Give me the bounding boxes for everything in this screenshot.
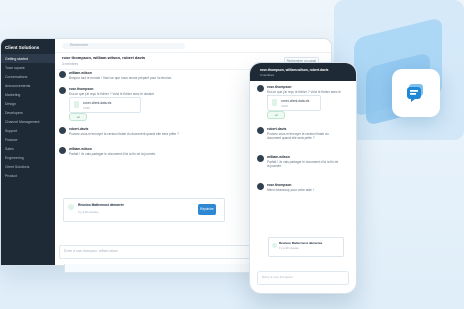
- message-author: robert.davis: [69, 127, 89, 131]
- message-author: robert.davis: [267, 127, 287, 131]
- file-name: cover-client-data.xls: [83, 101, 112, 105]
- sidebar: Client Solutions Getting started Town sq…: [1, 39, 55, 265]
- meeting-title: Réunion Mattermost démarrée: [279, 241, 323, 245]
- message-author: william.wilson: [69, 71, 92, 75]
- top-bar: Rechercher: [55, 39, 331, 53]
- sidebar-item-getting-started[interactable]: Getting started: [1, 54, 55, 63]
- message-text: Parfait ! Je vais partager le document d…: [69, 152, 156, 156]
- avatar: [257, 183, 264, 190]
- sidebar-item-support[interactable]: Support: [1, 126, 55, 135]
- message: william.wilson Parfait ! Je vais partage…: [257, 155, 349, 183]
- file-attachment[interactable]: cover-client-data.xls XLSX: [69, 97, 141, 113]
- message-author: william.wilson: [69, 147, 92, 151]
- file-name: cover-client-data.xls: [281, 99, 310, 103]
- message-text: Parfait ! Je vais partager le document d…: [267, 160, 339, 168]
- avatar: [257, 85, 264, 92]
- reaction-badge[interactable]: +3: [69, 113, 87, 121]
- avatar: [257, 127, 264, 134]
- sidebar-item-marketing[interactable]: Marketing: [1, 90, 55, 99]
- avatar: [59, 127, 66, 134]
- chat-bubble-icon: [407, 84, 423, 102]
- message-text: Bonjour tout le monde ! Voici ce que nou…: [69, 76, 173, 80]
- composer-placeholder: Écrire à rose.thompson, william.wilson: [64, 249, 119, 253]
- phone-header: rose.thompson, william.wilson, robert.da…: [250, 63, 356, 81]
- sidebar-item-announcements[interactable]: Announcements: [1, 81, 55, 90]
- sidebar-item-channel-management[interactable]: Channel Management: [1, 117, 55, 126]
- message-text: Pouvez-vous m’envoyer la version finale …: [267, 132, 329, 140]
- file-type: XLSX: [281, 104, 289, 108]
- avatar: [59, 87, 66, 94]
- message-author: rose.thompson: [69, 87, 94, 91]
- phone-meeting-card: Réunion Mattermost démarrée Il y a 30 mi…: [268, 237, 344, 257]
- channel-title: rose thompson, william.wilson, robert da…: [62, 55, 146, 60]
- file-icon: [74, 101, 79, 108]
- message-author: william.wilson: [267, 155, 290, 159]
- sidebar-item-product[interactable]: Product: [1, 171, 55, 180]
- phone-channel-members: 3 membres: [260, 73, 274, 77]
- sidebar-item-conversations[interactable]: Conversations: [1, 72, 55, 81]
- avatar: [257, 155, 264, 162]
- avatar: [59, 147, 66, 154]
- join-button[interactable]: Rejoindre: [198, 204, 216, 215]
- sidebar-item-sales[interactable]: Sales: [1, 144, 55, 153]
- meeting-card: Réunion Mattermost démarrée Il y a 30 mi…: [63, 198, 225, 222]
- file-icon: [272, 99, 277, 106]
- channel-members: 3 membres: [62, 62, 78, 66]
- phone-message-composer[interactable]: Écrire à rose.thompson: [257, 271, 349, 285]
- video-icon: [272, 243, 277, 248]
- video-icon: [68, 204, 74, 210]
- file-type: XLSX: [83, 106, 91, 110]
- message: robert.davis Pouvez-vous m’envoyer la ve…: [257, 127, 349, 155]
- message: rose.thompson Merci beaucoup pour votre …: [257, 183, 349, 201]
- reaction-badge[interactable]: +3: [267, 111, 285, 119]
- search-input[interactable]: Rechercher: [62, 43, 185, 49]
- meeting-time: Il y a 30 minutes: [279, 247, 299, 250]
- sidebar-item-developers[interactable]: Developers: [1, 108, 55, 117]
- workspace-name[interactable]: Client Solutions: [1, 39, 55, 54]
- message-text: Merci beaucoup pour votre aide !: [267, 188, 314, 192]
- mobile-app-window: rose.thompson, william.wilson, robert.da…: [249, 62, 357, 294]
- sidebar-item-engineering[interactable]: Engineering: [1, 153, 55, 162]
- phone-channel-title: rose.thompson, william.wilson, robert.da…: [260, 68, 329, 72]
- message-author: rose.thompson: [267, 85, 292, 89]
- meeting-time: Il y a 30 minutes: [78, 210, 99, 214]
- sidebar-item-client-solutions[interactable]: Client Solutions: [1, 162, 55, 171]
- sidebar-item-design[interactable]: Design: [1, 99, 55, 108]
- avatar: [59, 71, 66, 78]
- sidebar-item-town-square[interactable]: Town square: [1, 63, 55, 72]
- message-text: Est-ce que j’ai reçu le fichier ? Voici …: [69, 92, 155, 96]
- message: rose.thompson Est-ce que j’ai reçu le fi…: [257, 85, 349, 127]
- file-attachment[interactable]: cover-client-data.xls XLSX: [267, 95, 321, 111]
- meeting-title: Réunion Mattermost démarrée: [78, 203, 125, 207]
- composer-placeholder: Écrire à rose.thompson: [262, 275, 294, 279]
- app-logo-tile: [392, 69, 440, 117]
- message-author: rose.thompson: [267, 183, 292, 187]
- sidebar-item-finance[interactable]: Finance: [1, 135, 55, 144]
- message-text: Pouvez-vous m’envoyer la version finale …: [69, 132, 179, 136]
